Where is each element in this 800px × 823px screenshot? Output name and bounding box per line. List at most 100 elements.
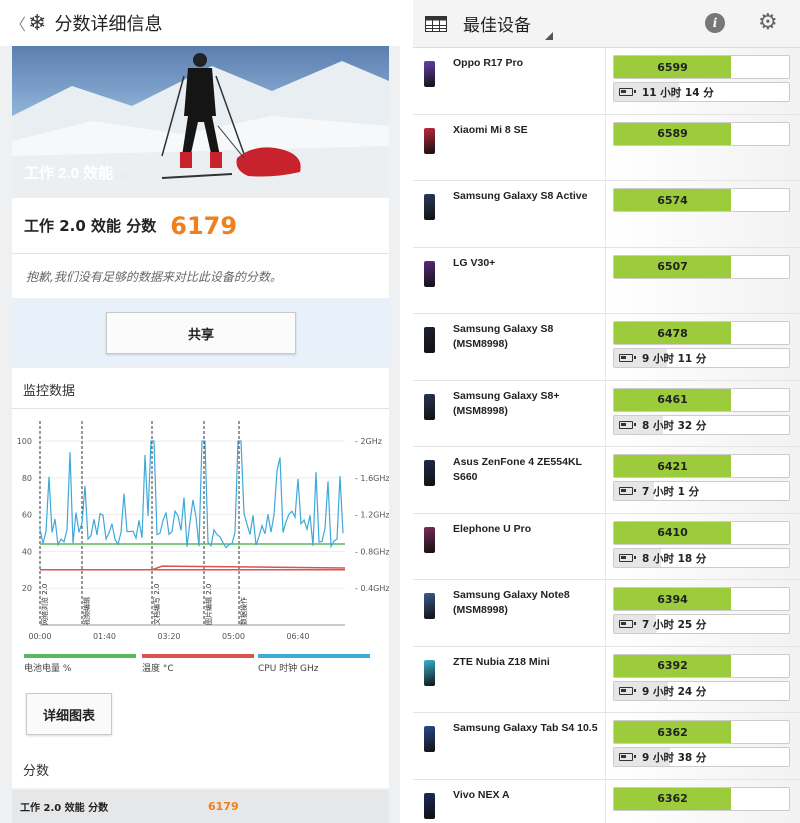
back-icon[interactable]: 〈 [10,11,26,35]
battery-life: 7 小时 1 分 [642,484,699,499]
device-name: Elephone U Pro [453,522,601,537]
device-row[interactable]: Samsung Galaxy S8 Active 6574 [413,181,800,248]
device-name: Asus ZenFone 4 ZE554KL S660 [453,455,601,485]
device-row[interactable]: Elephone U Pro 6410 8 小时 18 分 [413,514,800,581]
battery-life-bar: 7 小时 25 分 [613,614,790,634]
device-name: Samsung Galaxy S8 Active [453,189,601,204]
device-row[interactable]: Asus ZenFone 4 ZE554KL S66064217 小时 1 分 [413,447,800,514]
device-row[interactable]: ZTE Nubia Z18 Mini 6392 9 小时 24 分 [413,647,800,714]
score-bar: 6589 [613,122,790,146]
device-thumbnail [424,527,435,553]
legend-item: CPU 时钟 GHz [258,654,370,674]
no-comparison-note: 抱歉,我们没有足够的数据来对比此设备的分数。 [12,254,389,298]
info-icon[interactable]: i [705,13,725,33]
battery-icon [619,687,633,695]
y-axis-tick-label: 60 [22,511,32,520]
monitoring-title: 监控数据 [23,380,75,399]
score-value: 6179 [170,212,237,240]
battery-life-bar: 9 小时 38 分 [613,747,790,767]
device-score: 6461 [614,389,731,411]
score-bar: 6410 [613,521,790,545]
score-bar: 6599 [613,55,790,79]
battery-icon [619,753,633,761]
device-row[interactable]: Samsung Galaxy Note8 (MSM8998) 6394 7 小时 2… [413,580,800,647]
score-bar: 6507 [613,255,790,279]
device-thumbnail [424,460,435,486]
device-score: 6410 [614,522,731,544]
device-row[interactable]: Samsung Galaxy S8+ (MSM8998)64618 小时 32 … [413,381,800,448]
battery-life: 8 小时 18 分 [642,551,706,566]
best-devices-title[interactable]: 最佳设备 [463,11,531,36]
device-score: 6362 [614,788,731,810]
y2-axis-tick-label: - 2GHz [355,437,382,446]
gear-icon[interactable]: ⚙ [758,10,778,35]
device-row[interactable]: Samsung Galaxy Tab S4 10.563629 小时 38 分 [413,713,800,780]
device-row[interactable]: Xiaomi Mi 8 SE 6589 [413,115,800,182]
score-row-value: 6179 [208,800,239,813]
x-axis-tick-label: 03:20 [157,632,180,641]
device-name: Xiaomi Mi 8 SE [453,123,601,138]
battery-icon [619,620,633,628]
phase-label: 图片编辑 2.0 [204,584,213,625]
table-icon[interactable] [425,16,447,32]
battery-life: 9 小时 24 分 [642,684,706,699]
device-score: 6599 [614,56,731,78]
battery-life-bar: 9 小时 11 分 [613,348,790,368]
score-bar: 6574 [613,188,790,212]
battery-life-bar: 8 小时 32 分 [613,415,790,435]
detailed-chart-button[interactable]: 详细图表 [26,693,112,735]
x-axis-tick-label: 00:00 [28,632,51,641]
dropdown-corner-icon[interactable] [545,32,553,40]
legend-item: 温度 °C [142,654,254,674]
score-bar: 6362 [613,787,790,811]
y2-axis-tick-label: - 0.4GHz [355,584,389,593]
best-devices-panel: 最佳设备 i ⚙ Oppo R17 Pro659911 小时 14 分Xiaom… [413,0,800,823]
battery-life-bar: 8 小时 18 分 [613,548,790,568]
battery-life: 9 小时 11 分 [642,351,706,366]
y2-axis-tick-label: - 1.6GHz [355,474,389,483]
device-row[interactable]: LG V30+6507 [413,248,800,315]
score-summary: 工作 2.0 效能 分数 6179 [12,198,389,254]
y-axis-tick-label: 100 [17,437,32,446]
battery-life: 7 小时 25 分 [642,617,706,632]
x-axis-tick-label: 01:40 [93,632,116,641]
device-row[interactable]: Samsung Galaxy S8 (MSM8998)64789 小时 11 分 [413,314,800,381]
score-row: 工作 2.0 效能 分数 6179 [12,790,389,823]
device-thumbnail [424,726,435,752]
snowflake-icon: ❄ [28,11,46,36]
device-thumbnail [424,593,435,619]
y-axis-tick-label: 40 [22,547,32,556]
device-row[interactable]: Oppo R17 Pro659911 小时 14 分 [413,48,800,115]
battery-icon [619,421,633,429]
device-thumbnail [424,61,435,87]
score-bar: 6362 [613,720,790,744]
device-name: Vivo NEX A [453,788,601,803]
y-axis-tick-label: 20 [22,584,32,593]
device-name: Samsung Galaxy Note8 (MSM8998) [453,588,601,618]
score-bar: 6461 [613,388,790,412]
device-score: 6589 [614,123,731,145]
phase-label: 数据操作 [239,597,248,625]
device-score: 6392 [614,655,731,677]
score-details-panel: 〈 ❄ 分数详细信息 工作 2.0 效能2.0 工作 2.0 效能 分数 617… [0,0,400,823]
y2-axis-tick-label: - 0.8GHz [355,547,389,556]
device-thumbnail [424,128,435,154]
share-button[interactable]: 共享 [106,312,296,354]
device-row[interactable]: Vivo NEX A 6362 [413,780,800,823]
device-name: ZTE Nubia Z18 Mini [453,655,601,670]
device-list: Oppo R17 Pro659911 小时 14 分Xiaomi Mi 8 SE… [413,48,800,823]
device-thumbnail [424,327,435,353]
device-name: Samsung Galaxy S8 (MSM8998) [453,322,601,352]
right-header: 最佳设备 i ⚙ [413,0,800,48]
device-score: 6507 [614,256,731,278]
legend-item: 电池电量 % [24,654,136,674]
battery-life: 8 小时 32 分 [642,418,706,433]
device-name: Oppo R17 Pro [453,56,601,71]
device-thumbnail [424,660,435,686]
page-title: 分数详细信息 [54,10,162,36]
score-label: 工作 2.0 效能 分数 [24,215,156,236]
score-row-label: 工作 2.0 效能 分数 [20,799,108,814]
battery-icon [619,88,633,96]
phase-label: 文档编写 2.0 [152,584,161,625]
device-score: 6394 [614,588,731,610]
